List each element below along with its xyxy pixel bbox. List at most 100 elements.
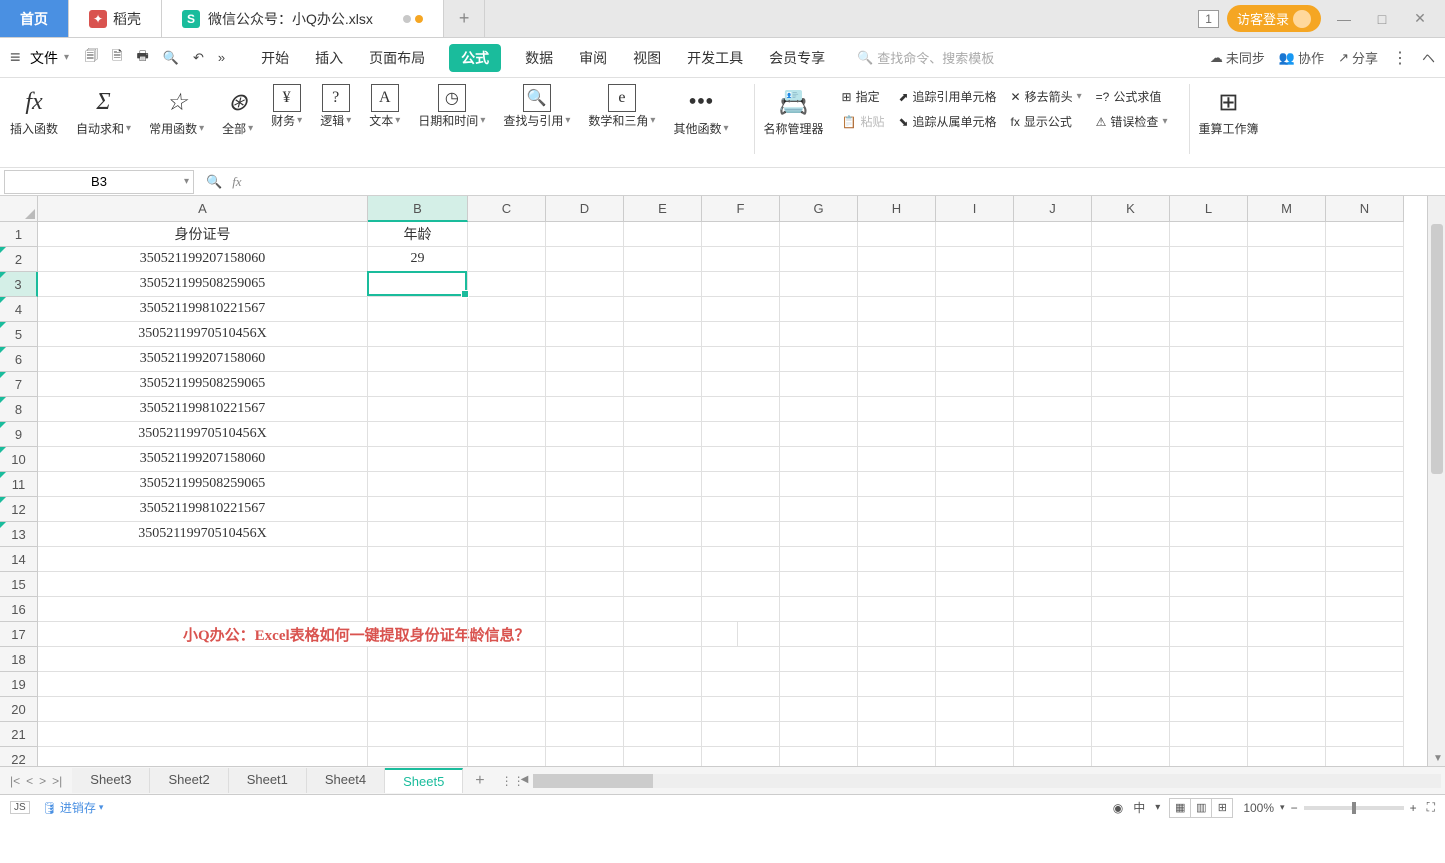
cell-L2[interactable] <box>1170 247 1248 272</box>
row-header-5[interactable]: 5 <box>0 322 38 347</box>
column-header-F[interactable]: F <box>702 196 780 222</box>
column-header-I[interactable]: I <box>936 196 1014 222</box>
cell-F12[interactable] <box>702 497 780 522</box>
cell-B20[interactable] <box>368 697 468 722</box>
add-sheet-button[interactable]: + <box>463 768 496 794</box>
cell-E1[interactable] <box>624 222 702 247</box>
cell-M3[interactable] <box>1248 272 1326 297</box>
cell-C8[interactable] <box>468 397 546 422</box>
cell-J9[interactable] <box>1014 422 1092 447</box>
row-header-19[interactable]: 19 <box>0 672 38 697</box>
column-header-K[interactable]: K <box>1092 196 1170 222</box>
cell-M1[interactable] <box>1248 222 1326 247</box>
cell-D22[interactable] <box>546 747 624 766</box>
cell-L16[interactable] <box>1170 597 1248 622</box>
horizontal-scrollbar[interactable]: ◀ ▶ <box>533 774 1441 788</box>
cell-C10[interactable] <box>468 447 546 472</box>
login-button[interactable]: 访客登录 <box>1227 5 1321 32</box>
remove-arrows-button[interactable]: ✕移去箭头 <box>1011 88 1082 105</box>
saveas-icon[interactable]: 🗎 <box>108 43 126 73</box>
cell-L14[interactable] <box>1170 547 1248 572</box>
save-icon[interactable]: 🗐 <box>81 43 102 73</box>
cell-B12[interactable] <box>368 497 468 522</box>
cell-D6[interactable] <box>546 347 624 372</box>
cell-E9[interactable] <box>624 422 702 447</box>
cell-C19[interactable] <box>468 672 546 697</box>
cell-A9[interactable]: 35052119970510456X <box>38 422 368 447</box>
cell-A20[interactable] <box>38 697 368 722</box>
cell-B18[interactable] <box>368 647 468 672</box>
cell-J4[interactable] <box>1014 297 1092 322</box>
column-header-C[interactable]: C <box>468 196 546 222</box>
cell-D18[interactable] <box>546 647 624 672</box>
scroll-left-icon[interactable]: ◀ <box>517 774 533 785</box>
cell-D7[interactable] <box>546 372 624 397</box>
zoom-icon[interactable]: 🔍 <box>206 174 222 190</box>
lookup-button[interactable]: 🔍查找与引用 <box>503 84 570 129</box>
cell-C18[interactable] <box>468 647 546 672</box>
name-box[interactable]: B3▾ <box>4 170 194 194</box>
cell-B22[interactable] <box>368 747 468 766</box>
cell-K7[interactable] <box>1092 372 1170 397</box>
row-header-20[interactable]: 20 <box>0 697 38 722</box>
cell-J10[interactable] <box>1014 447 1092 472</box>
row-header-11[interactable]: 11 <box>0 472 38 497</box>
cell-B9[interactable] <box>368 422 468 447</box>
cell-M6[interactable] <box>1248 347 1326 372</box>
cell-I22[interactable] <box>936 747 1014 766</box>
cell-A1[interactable]: 身份证号 <box>38 222 368 247</box>
cell-A19[interactable] <box>38 672 368 697</box>
cell-J17[interactable] <box>1014 622 1092 647</box>
cell-G10[interactable] <box>780 447 858 472</box>
cell-C22[interactable] <box>468 747 546 766</box>
cell-E22[interactable] <box>624 747 702 766</box>
scroll-right-icon[interactable]: ▶ <box>1441 774 1445 785</box>
row-header-7[interactable]: 7 <box>0 372 38 397</box>
cell-D8[interactable] <box>546 397 624 422</box>
all-functions-button[interactable]: ⊛全部 <box>222 84 253 137</box>
trace-precedents-button[interactable]: ⬈追踪引用单元格 <box>898 88 996 105</box>
row-header-16[interactable]: 16 <box>0 597 38 622</box>
cell-F14[interactable] <box>702 547 780 572</box>
cell-L7[interactable] <box>1170 372 1248 397</box>
cell-H11[interactable] <box>858 472 936 497</box>
cell-G18[interactable] <box>780 647 858 672</box>
sheet-prev[interactable]: < <box>26 774 33 788</box>
cell-E7[interactable] <box>624 372 702 397</box>
cell-L20[interactable] <box>1170 697 1248 722</box>
cell-K16[interactable] <box>1092 597 1170 622</box>
define-button[interactable]: ⊞指定 <box>842 88 885 105</box>
cell-M7[interactable] <box>1248 372 1326 397</box>
cell-J1[interactable] <box>1014 222 1092 247</box>
cell-M19[interactable] <box>1248 672 1326 697</box>
stock-button[interactable]: 🛢进销存▾ <box>42 799 104 816</box>
cell-M8[interactable] <box>1248 397 1326 422</box>
cell-G3[interactable] <box>780 272 858 297</box>
cell-M5[interactable] <box>1248 322 1326 347</box>
cell-F21[interactable] <box>702 722 780 747</box>
cell-H9[interactable] <box>858 422 936 447</box>
tab-review[interactable]: 审阅 <box>577 42 609 74</box>
cell-H22[interactable] <box>858 747 936 766</box>
maximize-button[interactable]: □ <box>1367 11 1397 27</box>
cell-K8[interactable] <box>1092 397 1170 422</box>
cell-B11[interactable] <box>368 472 468 497</box>
cell-K11[interactable] <box>1092 472 1170 497</box>
cell-A15[interactable] <box>38 572 368 597</box>
cell-N10[interactable] <box>1326 447 1404 472</box>
column-header-J[interactable]: J <box>1014 196 1092 222</box>
cell-I11[interactable] <box>936 472 1014 497</box>
cell-G2[interactable] <box>780 247 858 272</box>
cell-D19[interactable] <box>546 672 624 697</box>
cell-H8[interactable] <box>858 397 936 422</box>
js-indicator[interactable]: JS <box>10 801 30 814</box>
cell-C12[interactable] <box>468 497 546 522</box>
cell-M15[interactable] <box>1248 572 1326 597</box>
cell-J11[interactable] <box>1014 472 1092 497</box>
cell-K5[interactable] <box>1092 322 1170 347</box>
cell-N9[interactable] <box>1326 422 1404 447</box>
sheet-tab-Sheet5[interactable]: Sheet5 <box>385 768 463 793</box>
cell-C3[interactable] <box>468 272 546 297</box>
row-header-22[interactable]: 22 <box>0 747 38 766</box>
file-menu[interactable]: 文件▾ <box>10 47 69 68</box>
